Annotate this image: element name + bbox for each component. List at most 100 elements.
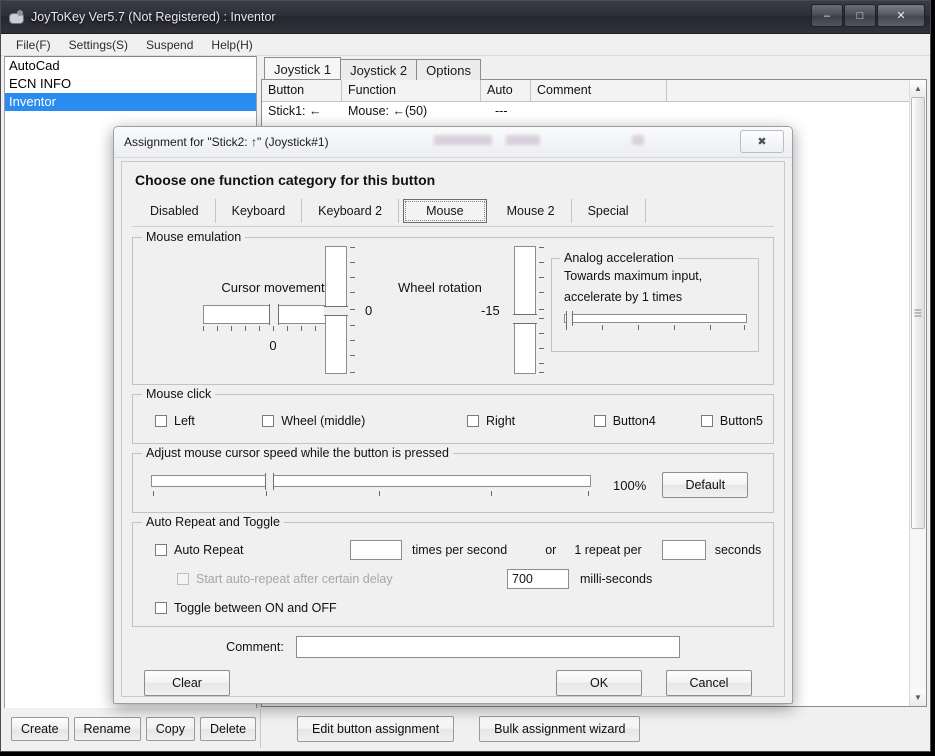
category-tab-mouse[interactable]: Mouse [403, 199, 487, 223]
grid-header: Button Function Auto Comment [262, 80, 909, 102]
list-item[interactable]: AutoCad [5, 57, 256, 75]
auto-repeat-legend: Auto Repeat and Toggle [142, 515, 284, 529]
create-button[interactable]: Create [11, 717, 69, 741]
checkbox-label: Right [485, 414, 516, 428]
assignment-actions: Edit button assignment Bulk assignment w… [260, 710, 929, 748]
wheel-rotation-label-wrap: Wheel rotation [398, 280, 482, 295]
close-button[interactable]: ✕ [877, 4, 925, 27]
category-tabs: Disabled Keyboard Keyboard 2 Mouse Mouse… [132, 196, 774, 227]
category-tab-special[interactable]: Special [572, 199, 646, 223]
copy-button[interactable]: Copy [145, 717, 195, 741]
profile-actions: Create Rename Copy Delete [2, 717, 260, 741]
dialog-close-icon[interactable]: ✖ [740, 130, 784, 153]
checkbox-toggle-on-off[interactable]: Toggle between ON and OFF [155, 601, 337, 615]
analog-acceleration-ticks [564, 324, 747, 331]
category-tab-keyboard-2[interactable]: Keyboard 2 [302, 199, 400, 223]
checkbox-left[interactable]: Left [155, 414, 262, 428]
slider-thumb[interactable] [512, 314, 537, 324]
category-tab-mouse-2[interactable]: Mouse 2 [491, 199, 572, 223]
column-header-button[interactable]: Button [262, 80, 342, 101]
category-tab-keyboard[interactable]: Keyboard [216, 199, 303, 223]
slider-track [151, 474, 591, 487]
analog-acceleration-slider[interactable] [564, 311, 747, 326]
cell-comment [531, 102, 667, 121]
tab-joystick-1[interactable]: Joystick 1 [264, 57, 342, 79]
checkbox-start-auto-repeat-delay[interactable]: Start auto-repeat after certain delay [177, 572, 507, 586]
mouse-click-group: Mouse click Left Wheel (middle) Right Bu… [132, 387, 774, 444]
checkbox-auto-repeat[interactable]: Auto Repeat [155, 543, 350, 557]
category-tab-disabled[interactable]: Disabled [134, 199, 216, 223]
one-repeat-per-label: 1 repeat per [574, 542, 642, 557]
table-row[interactable]: Stick1: ← Mouse: ←(50) --- [262, 102, 909, 121]
tabstrip: Joystick 1 Joystick 2 Options [261, 56, 927, 80]
menu-item-help[interactable]: Help(H) [202, 36, 261, 54]
window-controls: – □ ✕ [811, 4, 925, 27]
list-item[interactable]: ECN INFO [5, 75, 256, 93]
checkbox-box[interactable] [177, 572, 189, 585]
clear-button[interactable]: Clear [144, 670, 230, 696]
screen: JoyToKey Ver5.7 (Not Registered) : Inven… [0, 0, 935, 756]
slider-thumb[interactable] [324, 306, 348, 316]
column-header-function[interactable]: Function [342, 80, 481, 101]
column-header-spacer [667, 80, 909, 101]
window-title: JoyToKey Ver5.7 (Not Registered) : Inven… [31, 10, 276, 24]
menu-bar: File(F) Settings(S) Suspend Help(H) [1, 34, 930, 56]
analog-acceleration-line2: accelerate by 1 times [564, 290, 683, 304]
column-header-comment[interactable]: Comment [531, 80, 667, 101]
menu-item-file[interactable]: File(F) [7, 36, 60, 54]
checkbox-box[interactable] [262, 415, 275, 427]
cursor-movement-vertical-slider[interactable] [324, 246, 355, 374]
checkbox-box[interactable] [155, 601, 167, 614]
checkbox-box[interactable] [593, 415, 606, 427]
scrollbar-track[interactable] [910, 97, 926, 689]
maximize-button[interactable]: □ [844, 4, 876, 27]
edit-button-assignment-button[interactable]: Edit button assignment [297, 716, 455, 742]
cancel-button[interactable]: Cancel [666, 670, 752, 696]
analog-acceleration-line1: Towards maximum input, [564, 269, 703, 283]
minimize-button[interactable]: – [811, 4, 843, 27]
auto-repeat-row: Auto Repeat times per second or 1 repeat… [143, 535, 763, 564]
wheel-rotation-wrap: -15 [481, 246, 544, 374]
column-header-auto[interactable]: Auto [481, 80, 531, 101]
checkbox-box[interactable] [700, 415, 713, 427]
checkbox-button4[interactable]: Button4 [593, 414, 701, 428]
ok-button[interactable]: OK [556, 670, 642, 696]
mouse-emulation-body: Cursor movement 0 0 Wheel rotation -15 A… [143, 246, 763, 376]
scroll-up-icon[interactable]: ▲ [910, 80, 926, 97]
checkbox-label: Toggle between ON and OFF [174, 600, 337, 615]
checkbox-box[interactable] [155, 415, 167, 427]
tab-joystick-2[interactable]: Joystick 2 [340, 59, 418, 80]
comment-input[interactable] [295, 636, 680, 658]
scrollbar-thumb[interactable] [911, 97, 925, 530]
default-speed-button[interactable]: Default [662, 472, 749, 498]
cursor-speed-slider[interactable] [151, 472, 591, 490]
auto-repeat-seconds-input[interactable] [661, 539, 706, 560]
bulk-assignment-wizard-button[interactable]: Bulk assignment wizard [479, 716, 641, 742]
checkbox-button5[interactable]: Button5 [700, 414, 763, 428]
dialog-body: Choose one function category for this bu… [121, 161, 785, 697]
delete-button[interactable]: Delete [199, 717, 257, 741]
checkbox-right[interactable]: Right [466, 414, 594, 428]
dialog-titlebar: Assignment for "Stick2: ↑" (Joystick#1) … [114, 127, 792, 158]
auto-repeat-delay-input[interactable]: 700 [507, 568, 569, 589]
list-item[interactable]: Inventor [5, 93, 256, 111]
rename-button[interactable]: Rename [73, 717, 141, 741]
auto-repeat-times-input[interactable] [350, 539, 402, 560]
grid-vertical-scrollbar[interactable]: ▲ ▼ [909, 80, 926, 706]
checkbox-box[interactable] [155, 543, 167, 556]
wheel-rotation-slider[interactable] [512, 246, 544, 374]
cursor-speed-row: 100% Default [143, 466, 763, 504]
slider-thumb[interactable] [269, 304, 279, 325]
checkbox-label: Button4 [612, 414, 656, 428]
scroll-down-icon[interactable]: ▼ [910, 689, 926, 706]
auto-repeat-delay-row: Start auto-repeat after certain delay 70… [143, 564, 763, 593]
menu-item-settings[interactable]: Settings(S) [60, 36, 137, 54]
checkbox-wheel-middle[interactable]: Wheel (middle) [262, 414, 467, 428]
cursor-movement-horizontal-slider[interactable] [203, 304, 343, 325]
checkbox-box[interactable] [466, 415, 479, 427]
menu-item-suspend[interactable]: Suspend [137, 36, 202, 54]
slider-thumb[interactable] [265, 472, 274, 490]
dialog-heading: Choose one function category for this bu… [135, 172, 436, 188]
tab-options[interactable]: Options [416, 59, 481, 80]
wheel-rotation-ticks [538, 246, 547, 374]
